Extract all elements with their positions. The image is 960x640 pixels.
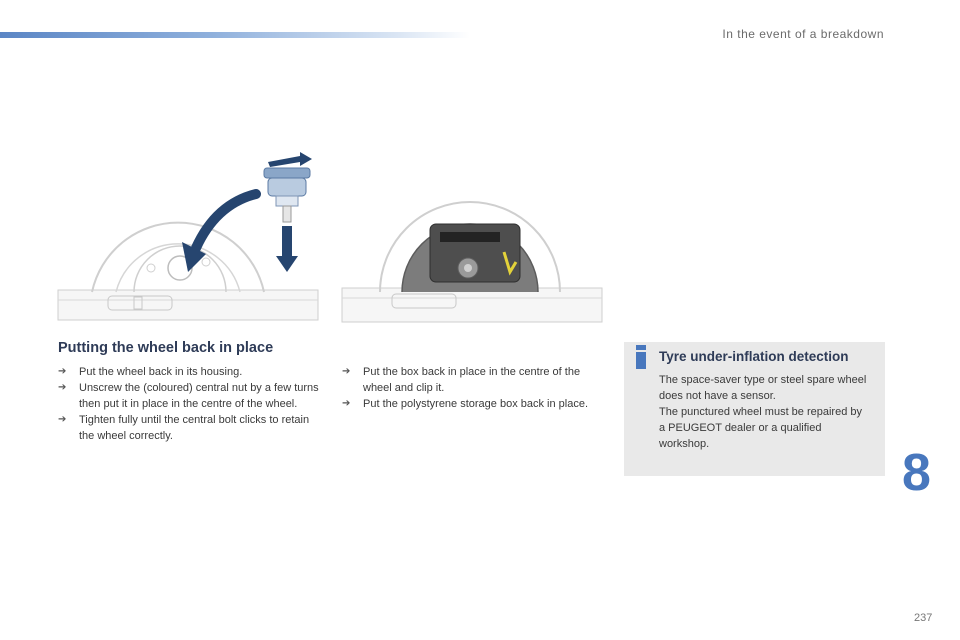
info-i-icon [636, 345, 646, 369]
section-heading: Putting the wheel back in place [58, 340, 274, 356]
arrow-bullet-icon: ➔ [342, 366, 351, 377]
info-paragraph: The punctured wheel must be repaired by … [659, 406, 863, 450]
header-color-band [0, 32, 470, 38]
list-item: ➔ Put the polystyrene storage box back in… [342, 398, 589, 410]
list-item: ➔ Tighten fully until the central bolt cl… [58, 414, 310, 442]
steps-list-left: ➔ Put the wheel back in its housing. ➔ Uns… [58, 364, 320, 444]
illustration-storage-box [340, 182, 604, 330]
illustration-wheel-nut [56, 150, 320, 330]
steps-list-right: ➔ Put the box back in place in the centre… [342, 364, 592, 412]
list-item: ➔ Unscrew the (coloured) central nut by a… [58, 382, 319, 410]
info-box: Tyre under-inflation detection The space… [624, 342, 885, 476]
page-number: 237 [914, 612, 933, 624]
info-title: Tyre under-inflation detection [659, 349, 849, 364]
wheel-nut-diagram [57, 152, 319, 321]
storage-box-diagram [341, 201, 603, 323]
arrow-bullet-icon: ➔ [58, 414, 67, 425]
list-item: ➔ Put the wheel back in its housing. [58, 366, 243, 378]
section-title: In the event of a breakdown [722, 27, 884, 41]
arrow-bullet-icon: ➔ [342, 398, 351, 409]
arrow-bullet-icon: ➔ [58, 382, 67, 393]
chapter-number: 8 [902, 444, 931, 502]
info-paragraph: The space-saver type or steel spare whee… [659, 374, 867, 402]
arrow-bullet-icon: ➔ [58, 366, 67, 377]
list-item: ➔ Put the box back in place in the centre… [342, 366, 581, 394]
info-body: The space-saver type or steel spare whee… [659, 372, 871, 452]
